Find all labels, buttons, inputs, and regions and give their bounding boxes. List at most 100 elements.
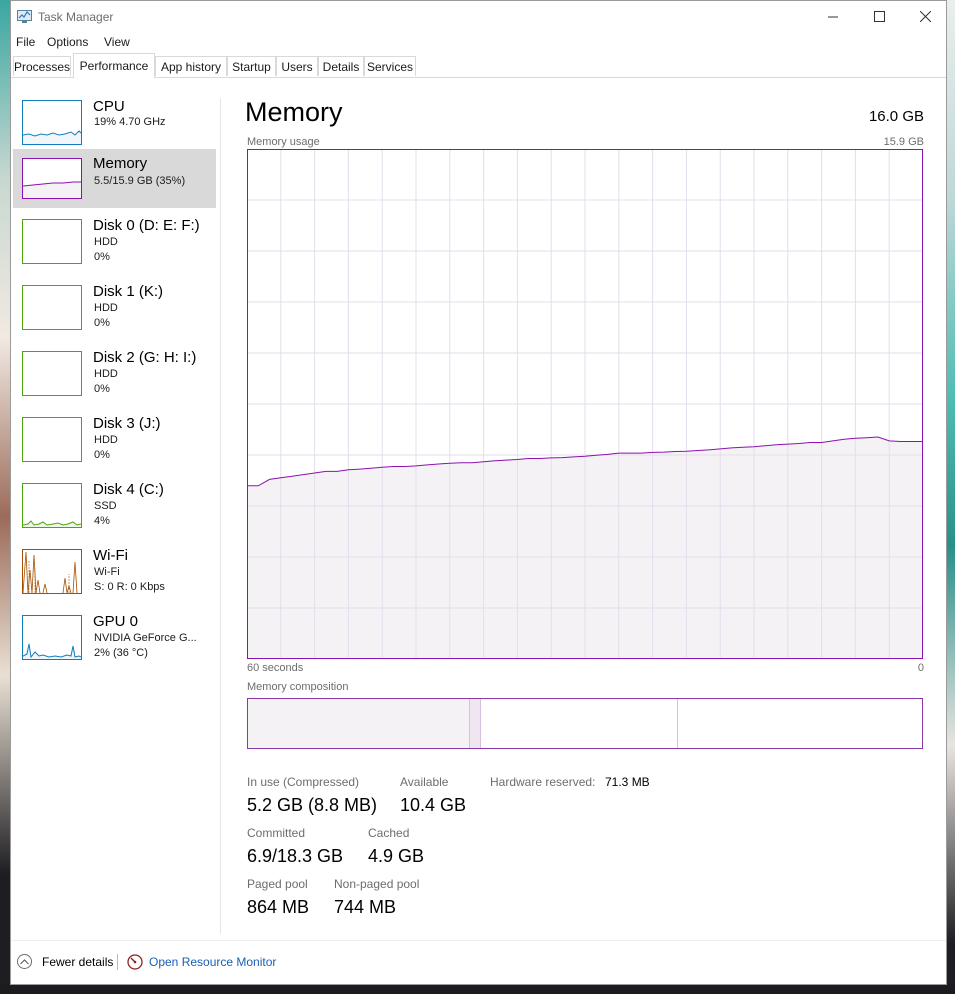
fewer-details-label: Fewer details: [42, 954, 114, 969]
sidebar-item-disk1[interactable]: Disk 1 (K:) HDD 0%: [13, 277, 216, 337]
sidebar-disk4-name: Disk 4 (C:): [93, 481, 164, 498]
cpu-thumbnail-graph: [22, 100, 82, 145]
available-label: Available: [400, 775, 449, 789]
cached-label: Cached: [368, 826, 410, 840]
tab-users[interactable]: Users: [276, 56, 318, 76]
sidebar-disk4-type: SSD: [94, 500, 117, 512]
sidebar-memory-name: Memory: [93, 155, 148, 172]
disk2-thumbnail-graph: [22, 351, 82, 396]
tab-bar: Processes Performance App history Startu…: [11, 53, 946, 78]
sidebar-item-cpu[interactable]: CPU 19% 4.70 GHz: [13, 92, 216, 152]
task-manager-window: Task Manager File Options View Processes…: [10, 0, 947, 985]
memory-composition-bar: [247, 698, 923, 749]
task-manager-app-icon: [17, 10, 32, 23]
sidebar-disk4-usage: 4%: [94, 515, 110, 527]
desktop-background-left: [0, 0, 10, 994]
tab-services[interactable]: Services: [364, 56, 416, 76]
page-title: Memory: [245, 97, 343, 127]
maximize-button[interactable]: [856, 1, 902, 31]
committed-value: 6.9/18.3 GB: [247, 846, 344, 866]
sidebar-item-disk0[interactable]: Disk 0 (D: E: F:) HDD 0%: [13, 211, 216, 271]
sidebar-disk1-name: Disk 1 (K:): [93, 283, 164, 300]
composition-in-use-segment: [248, 699, 470, 748]
sidebar-disk0-usage: 0%: [94, 251, 110, 263]
tab-details[interactable]: Details: [318, 56, 364, 76]
sidebar-disk1-usage: 0%: [94, 317, 110, 329]
sidebar-cpu-detail: 19% 4.70 GHz: [94, 116, 166, 128]
memory-usage-graph: [247, 149, 923, 659]
sidebar-gpu0-name: GPU 0: [93, 613, 139, 630]
in-use-label: In use (Compressed): [247, 775, 360, 789]
sidebar-disk2-name: Disk 2 (G: H: I:): [93, 349, 197, 366]
gpu0-thumbnail-graph: [22, 615, 82, 660]
graph-x-left-label: 60 seconds: [247, 662, 304, 674]
sidebar-wifi-name: Wi-Fi: [93, 547, 128, 564]
menu-options[interactable]: Options: [47, 35, 88, 49]
wifi-thumbnail-graph: [22, 549, 82, 594]
sidebar-wifi-throughput: S: 0 R: 0 Kbps: [94, 581, 165, 593]
tab-processes[interactable]: Processes: [13, 56, 71, 76]
tab-performance[interactable]: Performance: [73, 53, 155, 78]
hardware-reserved-label: Hardware reserved:: [490, 775, 596, 789]
paged-pool-value: 864 MB: [247, 897, 310, 917]
memory-total: 16.0 GB: [868, 108, 924, 125]
menu-file[interactable]: File: [16, 35, 35, 49]
resource-monitor-icon: [127, 954, 143, 970]
non-paged-pool-value: 744 MB: [334, 897, 397, 917]
disk4-thumbnail-graph: [22, 483, 82, 528]
cached-value: 4.9 GB: [368, 846, 425, 866]
memory-thumbnail-graph: [22, 158, 82, 199]
window-title: Task Manager: [38, 10, 114, 24]
sidebar-item-disk4[interactable]: Disk 4 (C:) SSD 4%: [13, 475, 216, 535]
tab-app-history[interactable]: App history: [155, 56, 227, 76]
desktop-background-right: [947, 0, 955, 994]
sidebar-disk1-type: HDD: [94, 302, 118, 314]
performance-sidebar: CPU 19% 4.70 GHz Memory 5.5/15.9 GB (35%…: [11, 78, 221, 940]
sidebar-disk0-type: HDD: [94, 236, 118, 248]
sidebar-wifi-type: Wi-Fi: [94, 566, 120, 578]
committed-label: Committed: [247, 826, 306, 840]
close-icon: [919, 10, 931, 22]
menu-view[interactable]: View: [104, 35, 130, 49]
disk1-thumbnail-graph: [22, 285, 82, 330]
sidebar-item-disk3[interactable]: Disk 3 (J:) HDD 0%: [13, 409, 216, 469]
sidebar-item-gpu0[interactable]: GPU 0 NVIDIA GeForce G... 2% (36 °C): [13, 607, 216, 667]
open-resource-monitor-link[interactable]: Open Resource Monitor: [127, 954, 276, 970]
sidebar-gpu0-model: NVIDIA GeForce G...: [94, 632, 197, 644]
non-paged-pool-label: Non-paged pool: [334, 877, 420, 891]
minimize-button[interactable]: [810, 1, 856, 31]
memory-usage-label: Memory usage: [247, 136, 320, 148]
sidebar-disk0-name: Disk 0 (D: E: F:): [93, 217, 200, 234]
close-button[interactable]: [902, 1, 948, 31]
sidebar-gpu0-usage: 2% (36 °C): [94, 647, 148, 659]
sidebar-item-memory[interactable]: Memory 5.5/15.9 GB (35%): [13, 149, 216, 208]
disk3-thumbnail-graph: [22, 417, 82, 462]
tab-startup[interactable]: Startup: [227, 56, 276, 76]
title-bar[interactable]: Task Manager: [11, 1, 946, 31]
sidebar-disk3-name: Disk 3 (J:): [93, 415, 161, 432]
sidebar-disk2-type: HDD: [94, 368, 118, 380]
composition-modified-segment: [470, 699, 481, 748]
sidebar-disk3-usage: 0%: [94, 449, 110, 461]
sidebar-item-wifi[interactable]: Wi-Fi Wi-Fi S: 0 R: 0 Kbps: [13, 541, 216, 601]
footer-divider: [11, 940, 946, 941]
sidebar-disk2-usage: 0%: [94, 383, 110, 395]
sidebar-disk3-type: HDD: [94, 434, 118, 446]
hardware-reserved-value: 71.3 MB: [605, 775, 650, 789]
footer-separator: [117, 954, 118, 970]
sidebar-item-disk2[interactable]: Disk 2 (G: H: I:) HDD 0%: [13, 343, 216, 403]
composition-free-segment: [678, 699, 922, 748]
memory-composition-label: Memory composition: [247, 681, 349, 693]
chevron-up-icon: [17, 954, 32, 969]
disk0-thumbnail-graph: [22, 219, 82, 264]
sidebar-memory-detail: 5.5/15.9 GB (35%): [94, 175, 186, 187]
open-resource-monitor-label: Open Resource Monitor: [149, 955, 277, 969]
desktop-background-bottom: [0, 985, 955, 994]
memory-usage-max: 15.9 GB: [883, 136, 924, 148]
fewer-details-button[interactable]: Fewer details: [17, 954, 113, 969]
composition-standby-segment: [481, 699, 678, 748]
available-value: 10.4 GB: [400, 795, 467, 815]
sidebar-cpu-name: CPU: [93, 98, 125, 115]
paged-pool-label: Paged pool: [247, 877, 308, 891]
maximize-icon: [873, 10, 885, 22]
